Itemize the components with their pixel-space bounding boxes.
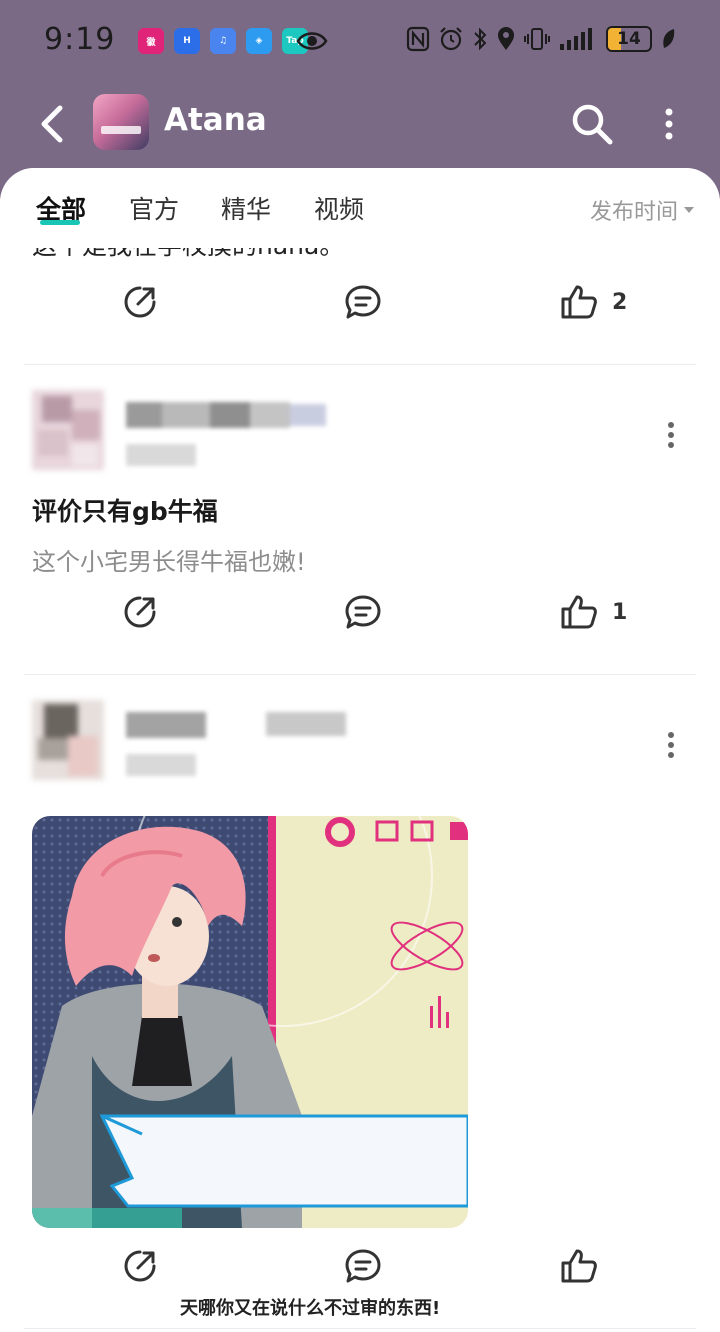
sort-label: 发布时间 xyxy=(589,200,678,225)
sort-dropdown[interactable]: 发布时间 xyxy=(590,194,694,226)
more-options-icon[interactable] xyxy=(660,104,678,144)
notification-icons: 徽 H ♫ ◈ Tap xyxy=(138,28,308,54)
comment-button[interactable] xyxy=(344,594,382,630)
share-button[interactable] xyxy=(122,594,158,630)
comment-button[interactable] xyxy=(344,1248,382,1284)
like-count: 2 xyxy=(612,289,628,315)
tab-featured[interactable]: 精华 xyxy=(221,190,271,226)
image-caption-text: 天哪你又在说什么不过审的东西! xyxy=(180,1298,441,1319)
comment-icon xyxy=(345,595,381,629)
avatar[interactable] xyxy=(32,390,104,470)
author-name-redacted[interactable] xyxy=(126,712,346,738)
post-meta-redacted xyxy=(126,444,196,466)
vibrate-icon xyxy=(524,28,550,50)
thumbs-up-icon xyxy=(561,1249,597,1283)
post-author[interactable] xyxy=(0,700,720,790)
share-icon xyxy=(124,286,156,318)
content-sheet: 全部 官方 精华 视频 发布时间 这个是我在学校摸的nana。 2 xyxy=(0,168,720,1332)
leaf-icon xyxy=(663,29,675,48)
h-app-icon: H xyxy=(174,28,200,54)
store-app-icon: 徽 xyxy=(138,28,164,54)
battery-level: 14 xyxy=(617,29,641,49)
post-actions: 2 xyxy=(0,284,720,344)
eye-icon xyxy=(296,32,328,50)
signal-icon xyxy=(560,28,592,50)
status-time: 9:19 xyxy=(44,22,116,57)
like-count: 1 xyxy=(612,599,628,625)
divider xyxy=(24,1328,696,1329)
share-button[interactable] xyxy=(122,1248,158,1284)
tab-video[interactable]: 视频 xyxy=(314,190,364,226)
divider xyxy=(24,364,696,365)
post-author[interactable] xyxy=(0,390,720,480)
like-button[interactable] xyxy=(560,1248,612,1284)
system-icons: 14 xyxy=(406,26,676,52)
location-icon xyxy=(498,27,514,50)
comment-icon xyxy=(345,1249,381,1283)
post-actions: 1 xyxy=(0,594,720,654)
nfc-icon xyxy=(406,26,430,52)
tab-official[interactable]: 官方 xyxy=(129,190,179,226)
tab-bar: 全部 官方 精华 视频 发布时间 xyxy=(0,168,720,248)
search-icon[interactable] xyxy=(570,102,614,146)
back-arrow-icon[interactable] xyxy=(34,102,70,146)
post-body[interactable]: 这个小宅男长得牛福也嫩! xyxy=(32,542,306,577)
divider xyxy=(24,674,696,675)
page-title: Atana xyxy=(164,102,267,138)
avatar[interactable] xyxy=(32,700,104,780)
author-name-redacted[interactable] xyxy=(126,402,326,428)
post-more-icon[interactable] xyxy=(666,730,676,760)
compass-app-icon: ◈ xyxy=(246,28,272,54)
bluetooth-icon xyxy=(474,27,487,51)
post-meta-redacted xyxy=(126,754,196,776)
like-button[interactable]: 1 xyxy=(560,594,627,630)
active-tab-indicator xyxy=(40,220,80,225)
post-more-icon[interactable] xyxy=(666,420,676,450)
share-icon xyxy=(124,596,156,628)
game-avatar[interactable] xyxy=(93,94,149,150)
comment-icon xyxy=(345,285,381,319)
music-app-icon: ♫ xyxy=(210,28,236,54)
alarm-icon xyxy=(440,27,462,51)
app-header: Atana xyxy=(0,84,720,168)
status-bar: 9:19 徽 H ♫ ◈ Tap 14 xyxy=(0,0,720,84)
chevron-down-icon xyxy=(684,207,694,213)
comment-button[interactable] xyxy=(344,284,382,320)
battery-indicator: 14 xyxy=(606,26,652,52)
share-icon xyxy=(124,1250,156,1282)
post-title[interactable]: 评价只有gb牛福 xyxy=(32,492,218,528)
post-image[interactable] xyxy=(32,816,468,1228)
share-button[interactable] xyxy=(122,284,158,320)
thumbs-up-icon xyxy=(561,285,597,319)
thumbs-up-icon xyxy=(561,595,597,629)
like-button[interactable]: 2 xyxy=(560,284,627,320)
